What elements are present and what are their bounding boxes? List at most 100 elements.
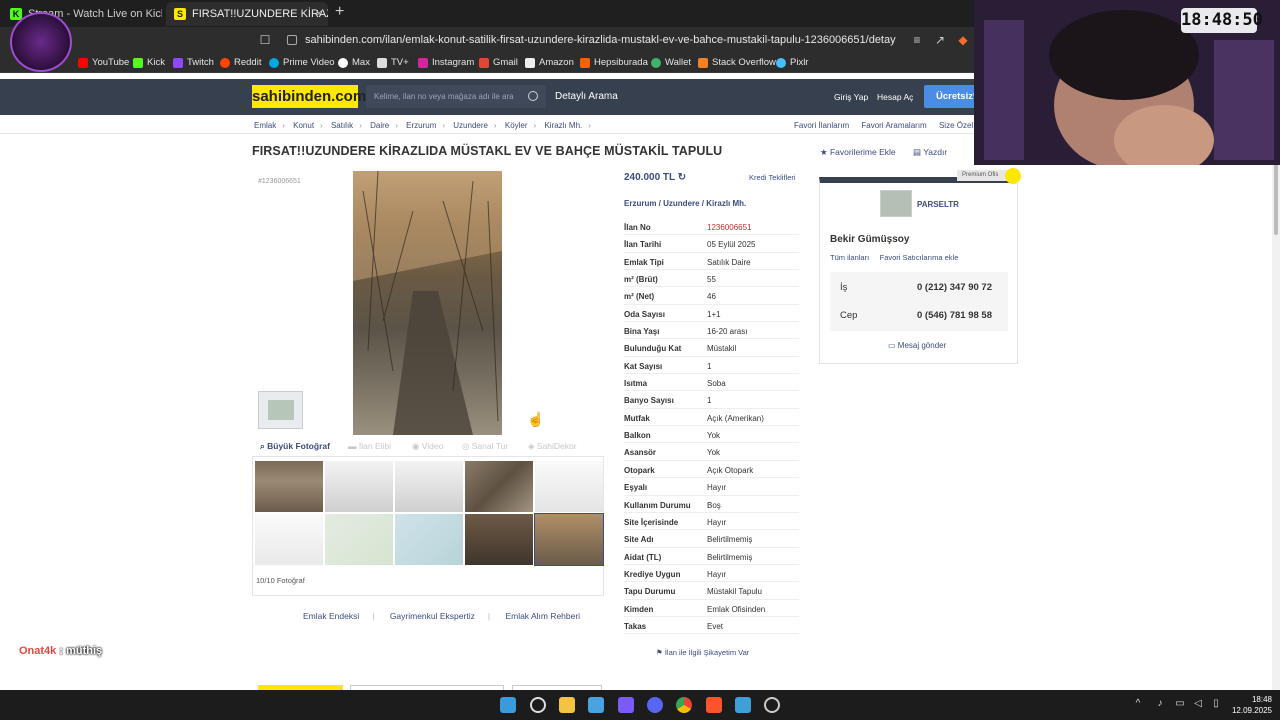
- brave-shield-icon[interactable]: ◆: [956, 33, 970, 47]
- breadcrumb-item[interactable]: Satılık: [331, 121, 353, 130]
- report-listing-link[interactable]: ⚑ İlan ile İlgili Şikayetim Var: [656, 648, 749, 657]
- search-input[interactable]: Kelime, ilan no veya mağaza adı ile ara: [366, 85, 546, 108]
- bookmark-amazon[interactable]: Amazon: [525, 56, 574, 70]
- bookmark-reddit[interactable]: Reddit: [220, 56, 261, 70]
- seller-store-logo[interactable]: [880, 190, 912, 217]
- real-estate-index-link[interactable]: Emlak Endeksi: [303, 611, 359, 621]
- post-ad-button[interactable]: Ücretsiz*: [924, 85, 980, 108]
- volume-icon[interactable]: ◁: [1192, 698, 1204, 710]
- main-photo[interactable]: [353, 171, 502, 435]
- app-icon[interactable]: [735, 697, 751, 713]
- detail-value: Yok: [707, 431, 721, 441]
- bookmark-hepsiburada[interactable]: Hepsiburada: [580, 56, 648, 70]
- brave-icon[interactable]: [706, 697, 722, 713]
- photo-thumbnail[interactable]: [325, 461, 393, 512]
- photo-thumbnail[interactable]: [255, 461, 323, 512]
- breadcrumb-item[interactable]: Daire: [370, 121, 389, 130]
- star-icon: ★: [820, 147, 830, 157]
- photo-thumbnail[interactable]: [535, 461, 603, 512]
- bookmark-icon[interactable]: ☐: [258, 33, 272, 47]
- file-explorer-icon[interactable]: [559, 697, 575, 713]
- print-button[interactable]: ▤ Yazdır: [913, 147, 947, 158]
- register-link[interactable]: Hesap Aç: [877, 92, 913, 102]
- send-message-button[interactable]: ▭ Mesaj gönder: [888, 341, 946, 350]
- virtual-tour-button[interactable]: ◎ Sanal Tur: [462, 441, 508, 452]
- site-logo[interactable]: sahibinden.com: [252, 85, 366, 108]
- prime-video-icon: [269, 58, 279, 68]
- search-icon[interactable]: [528, 91, 538, 101]
- bookmark-tvplus[interactable]: TV+: [377, 56, 409, 70]
- sahidekor-button[interactable]: ◈ SahiDekor: [528, 441, 577, 452]
- microphone-icon[interactable]: ♪: [1154, 698, 1166, 710]
- location-neighborhood[interactable]: Kirazlı Mh.: [706, 199, 746, 208]
- store-logo-thumbnail[interactable]: [258, 391, 303, 429]
- share-icon[interactable]: ↗: [933, 33, 947, 47]
- detailed-search-link[interactable]: Detaylı Arama: [555, 91, 618, 102]
- breadcrumb-item[interactable]: Konut: [293, 121, 314, 130]
- appraisal-link[interactable]: Gayrimenkul Ekspertiz: [390, 611, 475, 621]
- seller-store-name[interactable]: PARSELTR: [917, 200, 959, 209]
- url-field[interactable]: sahibinden.com/ilan/emlak-konut-satilik-…: [283, 31, 973, 49]
- location-district[interactable]: Uzundere: [663, 199, 699, 208]
- detail-value: 1: [707, 396, 712, 406]
- breadcrumb-item[interactable]: Emlak: [254, 121, 276, 130]
- location-city[interactable]: Erzurum: [624, 199, 656, 208]
- detail-row: Krediye Uygun Hayır: [624, 565, 799, 583]
- credit-offers-link[interactable]: Kredi Teklifleri: [749, 173, 796, 182]
- price-history-icon[interactable]: ↻: [678, 172, 686, 183]
- bookmark-youtube[interactable]: YouTube: [78, 56, 129, 70]
- reader-icon[interactable]: ≡: [910, 33, 924, 47]
- detail-value: Hayır: [707, 517, 727, 527]
- search-icon[interactable]: [530, 697, 546, 713]
- bookmark-kick[interactable]: Kick: [133, 56, 165, 70]
- buying-guide-link[interactable]: Emlak Alım Rehberi: [505, 611, 580, 621]
- big-photo-button[interactable]: ⌕ Büyük Fotoğraf: [260, 441, 330, 452]
- bookmark-prime-video[interactable]: Prime Video: [269, 56, 335, 70]
- site-info-icon[interactable]: [287, 35, 297, 45]
- discord-icon[interactable]: [647, 697, 663, 713]
- app-icon[interactable]: [618, 697, 634, 713]
- login-link[interactable]: Giriş Yap: [834, 92, 868, 102]
- detail-key: m² (Net): [624, 292, 655, 302]
- photo-thumbnail[interactable]: [465, 461, 533, 512]
- close-tab-icon[interactable]: ×: [316, 2, 322, 26]
- new-tab-button[interactable]: +: [335, 3, 344, 21]
- battery-icon[interactable]: ▯: [1210, 698, 1222, 710]
- photo-thumbnail[interactable]: [395, 514, 463, 565]
- video-button[interactable]: ◉ Video: [412, 441, 443, 452]
- sahibinden-icon: S: [174, 8, 186, 20]
- store-icon[interactable]: [588, 697, 604, 713]
- bookmark-twitch[interactable]: Twitch: [173, 56, 214, 70]
- detail-value: Soba: [707, 379, 726, 389]
- detail-value: 46: [707, 292, 716, 302]
- bookmark-pixlr[interactable]: Pixlr: [776, 56, 808, 70]
- chevron-up-icon[interactable]: ^: [1132, 698, 1144, 710]
- chrome-icon[interactable]: [676, 697, 692, 713]
- all-listings-link[interactable]: Tüm ilanları: [830, 253, 869, 262]
- photo-thumbnail[interactable]: [395, 461, 463, 512]
- photo-thumbnail[interactable]: [465, 514, 533, 565]
- breadcrumb-item[interactable]: Köyler: [505, 121, 528, 130]
- photo-thumbnail[interactable]: [255, 514, 323, 565]
- chat-text: müthiş: [66, 645, 103, 657]
- bookmark-wallet[interactable]: Wallet: [651, 56, 691, 70]
- system-clock[interactable]: 18:48 12.09.2025: [1228, 694, 1272, 716]
- tab-sahibinden-listing[interactable]: S FIRSAT!!UZUNDERE KİRAZLIDA M... ×: [166, 2, 328, 26]
- map-button[interactable]: ▬ İlan Elibi: [348, 441, 391, 451]
- breadcrumb-item[interactable]: Erzurum: [406, 121, 436, 130]
- photo-thumbnail-selected[interactable]: [534, 513, 604, 566]
- bookmark-stack-overflow[interactable]: Stack Overflow: [698, 56, 776, 70]
- add-favorite-button[interactable]: ★ Favorilerime Ekle: [820, 147, 896, 158]
- favorite-listings-link[interactable]: Favori İlanlarım: [794, 121, 849, 130]
- network-icon[interactable]: ▭: [1174, 698, 1186, 710]
- photo-thumbnail[interactable]: [325, 514, 393, 565]
- breadcrumb-item[interactable]: Kirazlı Mh.: [544, 121, 582, 130]
- breadcrumb-item[interactable]: Uzundere: [453, 121, 488, 130]
- start-icon[interactable]: [500, 697, 516, 713]
- obs-icon[interactable]: [764, 697, 780, 713]
- favorite-seller-link[interactable]: Favori Satıcılarıma ekle: [880, 253, 959, 262]
- favorite-searches-link[interactable]: Favori Aramalarım: [861, 121, 926, 130]
- bookmark-gmail[interactable]: Gmail: [479, 56, 518, 70]
- bookmark-instagram[interactable]: Instagram: [418, 56, 474, 70]
- bookmark-max[interactable]: Max: [338, 56, 370, 70]
